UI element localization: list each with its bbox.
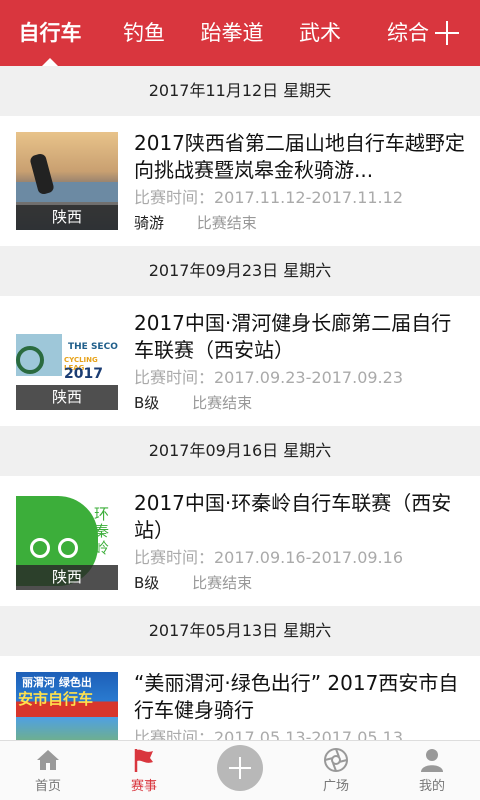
event-thumbnail: 陕西 (16, 132, 118, 230)
event-time: 比赛时间：2017.09.16-2017.09.16 (134, 548, 403, 567)
add-category-icon[interactable] (428, 14, 466, 52)
event-title: “美丽渭河·绿色出行” 2017西安市自行车健身骑行 (134, 671, 459, 722)
banner-photo: 丽渭河 绿色出 安市自行车 (16, 672, 118, 740)
event-category: 骑游 (134, 214, 165, 232)
event-title: 2017中国·环秦岭自行车联赛（西安站） (134, 491, 452, 542)
user-icon (421, 749, 443, 772)
tab-martial-arts[interactable]: 武术 (276, 0, 364, 66)
event-list[interactable]: 2017年11月12日 星期天 陕西 2017陕西省第二届山地自行车越野定向挑战… (0, 66, 480, 740)
home-icon (37, 750, 59, 770)
bottom-navigation: 首页 赛事 广场 我的 (0, 740, 480, 800)
nav-square[interactable]: 广场 (288, 741, 384, 800)
nav-mine[interactable]: 我的 (384, 741, 480, 800)
tab-taekwondo[interactable]: 跆拳道 (188, 0, 276, 66)
event-thumbnail: 丽渭河 绿色出 安市自行车 (16, 672, 118, 740)
event-thumbnail: 环秦岭 陕西 (16, 492, 118, 590)
date-header: 2017年09月16日 星期六 (0, 426, 480, 476)
event-time: 比赛时间：2017.11.12-2017.11.12 (134, 188, 403, 207)
nav-label: 我的 (418, 779, 445, 794)
flag-icon (134, 749, 153, 772)
nav-events[interactable]: 赛事 (96, 741, 192, 800)
event-status: 比赛结束 (196, 214, 257, 232)
event-title: 2017陕西省第二届山地自行车越野定向挑战赛暨岚皋金秋骑游... (134, 131, 465, 182)
category-tab-bar: 自行车 钓鱼 跆拳道 武术 综合 (0, 0, 480, 66)
app-screen: 自行车 钓鱼 跆拳道 武术 综合 2017年11月12日 星期天 陕西 2017… (0, 0, 480, 800)
tab-label: 跆拳道 (200, 21, 264, 45)
nav-label: 首页 (34, 779, 61, 794)
tab-label: 综合 (387, 21, 429, 45)
event-time: 比赛时间：2017.09.23-2017.09.23 (134, 368, 403, 387)
event-card[interactable]: 丽渭河 绿色出 安市自行车 “美丽渭河·绿色出行” 2017西安市自行车健身骑行… (0, 656, 480, 740)
event-time: 比赛时间：2017.05.13-2017.05.13 (134, 728, 403, 740)
event-status: 比赛结束 (192, 574, 253, 592)
date-header: 2017年11月12日 星期天 (0, 66, 480, 116)
nav-publish[interactable] (192, 741, 288, 800)
aperture-icon (324, 748, 348, 772)
region-label: 陕西 (16, 205, 118, 230)
add-icon[interactable] (217, 745, 263, 791)
region-label: 陕西 (16, 565, 118, 590)
region-label: 陕西 (16, 385, 118, 410)
event-category: B级 (134, 394, 160, 412)
event-thumbnail: THE SECO CYCLING LEAG 2017 陕西 (16, 312, 118, 410)
tab-cycling[interactable]: 自行车 (0, 0, 100, 66)
event-category: B级 (134, 574, 160, 592)
selected-indicator-icon (42, 58, 58, 66)
event-card[interactable]: 环秦岭 陕西 2017中国·环秦岭自行车联赛（西安站） 比赛时间：2017.09… (0, 476, 480, 606)
event-status: 比赛结束 (192, 394, 253, 412)
nav-home[interactable]: 首页 (0, 741, 96, 800)
tab-label: 自行车 (18, 21, 82, 45)
tab-label: 武术 (299, 21, 341, 45)
nav-label: 赛事 (130, 779, 157, 794)
event-title: 2017中国·渭河健身长廊第二届自行车联赛（西安站） (134, 311, 452, 362)
date-header: 2017年09月23日 星期六 (0, 246, 480, 296)
event-card[interactable]: 陕西 2017陕西省第二届山地自行车越野定向挑战赛暨岚皋金秋骑游... 比赛时间… (0, 116, 480, 246)
tab-label: 钓鱼 (123, 21, 165, 45)
tab-fishing[interactable]: 钓鱼 (100, 0, 188, 66)
event-card[interactable]: THE SECO CYCLING LEAG 2017 陕西 2017中国·渭河健… (0, 296, 480, 426)
date-header: 2017年05月13日 星期六 (0, 606, 480, 656)
nav-label: 广场 (322, 779, 349, 794)
